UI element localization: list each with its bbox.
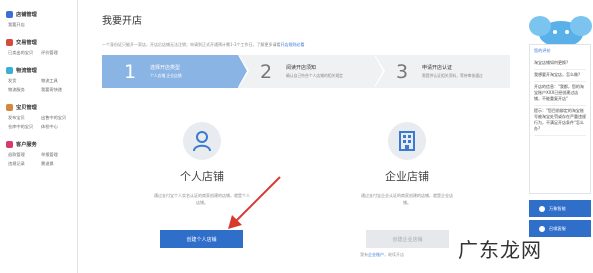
faq-heading: 您的评价 <box>534 48 551 53</box>
assistant-panel: 您的评价 淘宝店铺如何更换? 我想要开淘宝店，怎么做? 开店的信息："我都，您的… <box>527 0 593 273</box>
hint-prefix: 我有 <box>360 252 368 257</box>
enterprise-shop-title: 企业店铺 <box>385 170 429 183</box>
sidebar-heading-label: 物流管理 <box>16 67 37 74</box>
annotation-arrow <box>228 176 281 229</box>
faq-item[interactable]: 提示："您目前绑定的淘宝账号被淘宝处罚或存在严重违规行为，不满足开店条件"怎么办… <box>534 106 586 136</box>
box-icon <box>6 103 13 111</box>
watermark-text: 广东龙网 <box>458 238 542 262</box>
faq-item[interactable]: 开店的信息："我都，您的淘宝账户XXX已经创建过店铺，不能重复开店" <box>534 82 586 106</box>
sidebar-heading[interactable]: 物流管理 <box>0 64 77 76</box>
sidebar-heading-label: 宝贝管理 <box>16 104 37 111</box>
step-2: 2 阅读开店须知 确认自己符合个人店铺的相关规定 <box>238 55 385 88</box>
sidebar-item-reviews[interactable]: 评价管理 <box>41 50 74 56</box>
faq-panel: 您的评价 淘宝店铺如何更换? 我想要开淘宝店，怎么做? 开店的信息："我都，您的… <box>529 44 591 194</box>
create-enterprise-shop-button[interactable]: 创建企业店铺 <box>366 230 449 248</box>
step-title: 阅读开店须知 <box>286 65 317 71</box>
sidebar-heading-label: 交易管理 <box>16 39 37 46</box>
truck-icon <box>6 66 13 74</box>
sidebar-row: 退款管理 举报管理 <box>0 150 77 159</box>
main-content: 我要开店 一个身份证只能开一家店，开店后店铺无法注销；申请到正式开通预计需1-3… <box>92 0 522 273</box>
step-subtitle: 需提供认证相关资料，等待审核通过 <box>422 73 483 78</box>
hint-suffix: ，继续开店 <box>384 252 404 257</box>
sidebar-section-logistics: 物流管理 发货 物流工具 物流服务 我要寄快递 <box>0 64 77 94</box>
step-number: 3 <box>396 60 409 83</box>
notice-text: 一个身份证只能开一家店，开店后店铺无法注销；申请到正式开通预计需1-3个工作日。… <box>102 42 281 47</box>
robot-icon <box>539 205 545 212</box>
sidebar-item-reports[interactable]: 举报管理 <box>41 152 74 158</box>
enterprise-account-hint: 我有企业账户，继续开店 <box>360 252 404 258</box>
sidebar: 店铺管理 我要开店 交易管理 已卖出的宝贝 评价管理 物流管理 发货 物流工具 … <box>0 0 78 273</box>
faq-item[interactable]: 我想要开淘宝店，怎么做? <box>534 70 586 82</box>
sidebar-row: 我要开店 <box>0 20 77 29</box>
page-title: 我要开店 <box>102 16 142 27</box>
notice: 一个身份证只能开一家店，开店后店铺无法注销；申请到正式开通预计需1-3个工作日。… <box>102 42 305 48</box>
sidebar-section-trade: 交易管理 已卖出的宝贝 评价管理 <box>0 36 77 57</box>
sidebar-row: 已卖出的宝贝 评价管理 <box>0 48 77 57</box>
sidebar-item-open-shop[interactable]: 我要开店 <box>8 22 41 28</box>
sidebar-heading[interactable]: 店铺管理 <box>0 8 77 20</box>
sidebar-item-violations[interactable]: 违规记录 <box>8 161 41 167</box>
person-icon <box>183 122 221 160</box>
sidebar-row: 违规记录 需退换 <box>0 159 77 168</box>
sidebar-row: 发货 物流工具 <box>0 76 77 85</box>
sidebar-section-items: 宝贝管理 发布宝贝 出售中的宝贝 仓库中的宝贝 体检中心 <box>0 101 77 131</box>
page: 店铺管理 我要开店 交易管理 已卖出的宝贝 评价管理 物流管理 发货 物流工具 … <box>0 0 593 273</box>
service-icon <box>6 140 13 148</box>
step-title: 选择开店类型 <box>150 65 181 71</box>
step-1: 1 选择开店类型 个人店铺,企业店铺 <box>102 55 249 88</box>
shop-icon <box>6 10 13 18</box>
sidebar-item-publish[interactable]: 发布宝贝 <box>8 115 41 121</box>
sidebar-row: 发布宝贝 出售中的宝贝 <box>0 113 77 122</box>
enterprise-shop-desc: 通过支付宝企业认证的商家创建的店铺，就是企业店铺。 <box>361 193 453 205</box>
step-number: 1 <box>124 60 137 83</box>
sidebar-section-service: 客户服务 退款管理 举报管理 违规记录 需退换 <box>0 138 77 168</box>
sidebar-item-send-express[interactable]: 我要寄快递 <box>41 87 74 93</box>
sidebar-item-refunds[interactable]: 退款管理 <box>8 152 41 158</box>
smart-assistant-label: 万象智能 <box>549 205 566 211</box>
sidebar-item-returns[interactable]: 需退换 <box>41 161 74 167</box>
sidebar-item-logistics-tools[interactable]: 物流工具 <box>41 78 74 84</box>
sidebar-heading[interactable]: 交易管理 <box>0 36 77 48</box>
sidebar-section-shop: 店铺管理 我要开店 <box>0 8 77 29</box>
sidebar-heading-label: 客户服务 <box>16 141 37 148</box>
elephant-mascot-icon <box>529 16 592 47</box>
trade-icon <box>6 38 13 46</box>
sidebar-item-on-sale[interactable]: 出售中的宝贝 <box>41 115 74 121</box>
sidebar-item-warehouse[interactable]: 仓库中的宝贝 <box>8 124 41 130</box>
step-subtitle: 确认自己符合个人店铺的相关规定 <box>286 73 343 78</box>
sidebar-heading[interactable]: 客户服务 <box>0 138 77 150</box>
sidebar-item-logistics-service[interactable]: 物流服务 <box>8 87 41 93</box>
step-subtitle: 个人店铺,企业店铺 <box>150 73 182 78</box>
sidebar-row: 物流服务 我要寄快递 <box>0 85 77 94</box>
rules-link[interactable]: 开店规则必看 <box>281 42 305 47</box>
sidebar-heading[interactable]: 宝贝管理 <box>0 101 77 113</box>
call-service-label: 召唤客服 <box>549 225 566 231</box>
step-3: 3 申请开店认证 需提供认证相关资料，等待审核通过 <box>374 55 510 88</box>
faq-item[interactable]: 淘宝店铺如何更换? <box>534 58 586 70</box>
smart-assistant-button[interactable]: 万象智能 <box>529 200 591 217</box>
step-title: 申请开店认证 <box>422 65 453 71</box>
sidebar-item-ship[interactable]: 发货 <box>8 78 41 84</box>
enterprise-account-link[interactable]: 企业账户 <box>368 252 384 257</box>
step-progress: 1 选择开店类型 个人店铺,企业店铺 2 阅读开店须知 确认自己符合个人店铺的相… <box>102 55 510 88</box>
watermark: 广东龙网 <box>458 234 593 273</box>
sidebar-row: 仓库中的宝贝 体检中心 <box>0 122 77 131</box>
building-icon <box>388 122 426 160</box>
sidebar-heading-label: 店铺管理 <box>16 11 37 18</box>
headset-icon <box>539 225 545 232</box>
enterprise-shop-card: 企业店铺 通过支付宝企业认证的商家创建的店铺，就是企业店铺。 <box>347 122 467 206</box>
step-number: 2 <box>260 60 273 83</box>
sidebar-item-checkup[interactable]: 体检中心 <box>41 124 74 130</box>
sidebar-item-sold[interactable]: 已卖出的宝贝 <box>8 50 41 56</box>
